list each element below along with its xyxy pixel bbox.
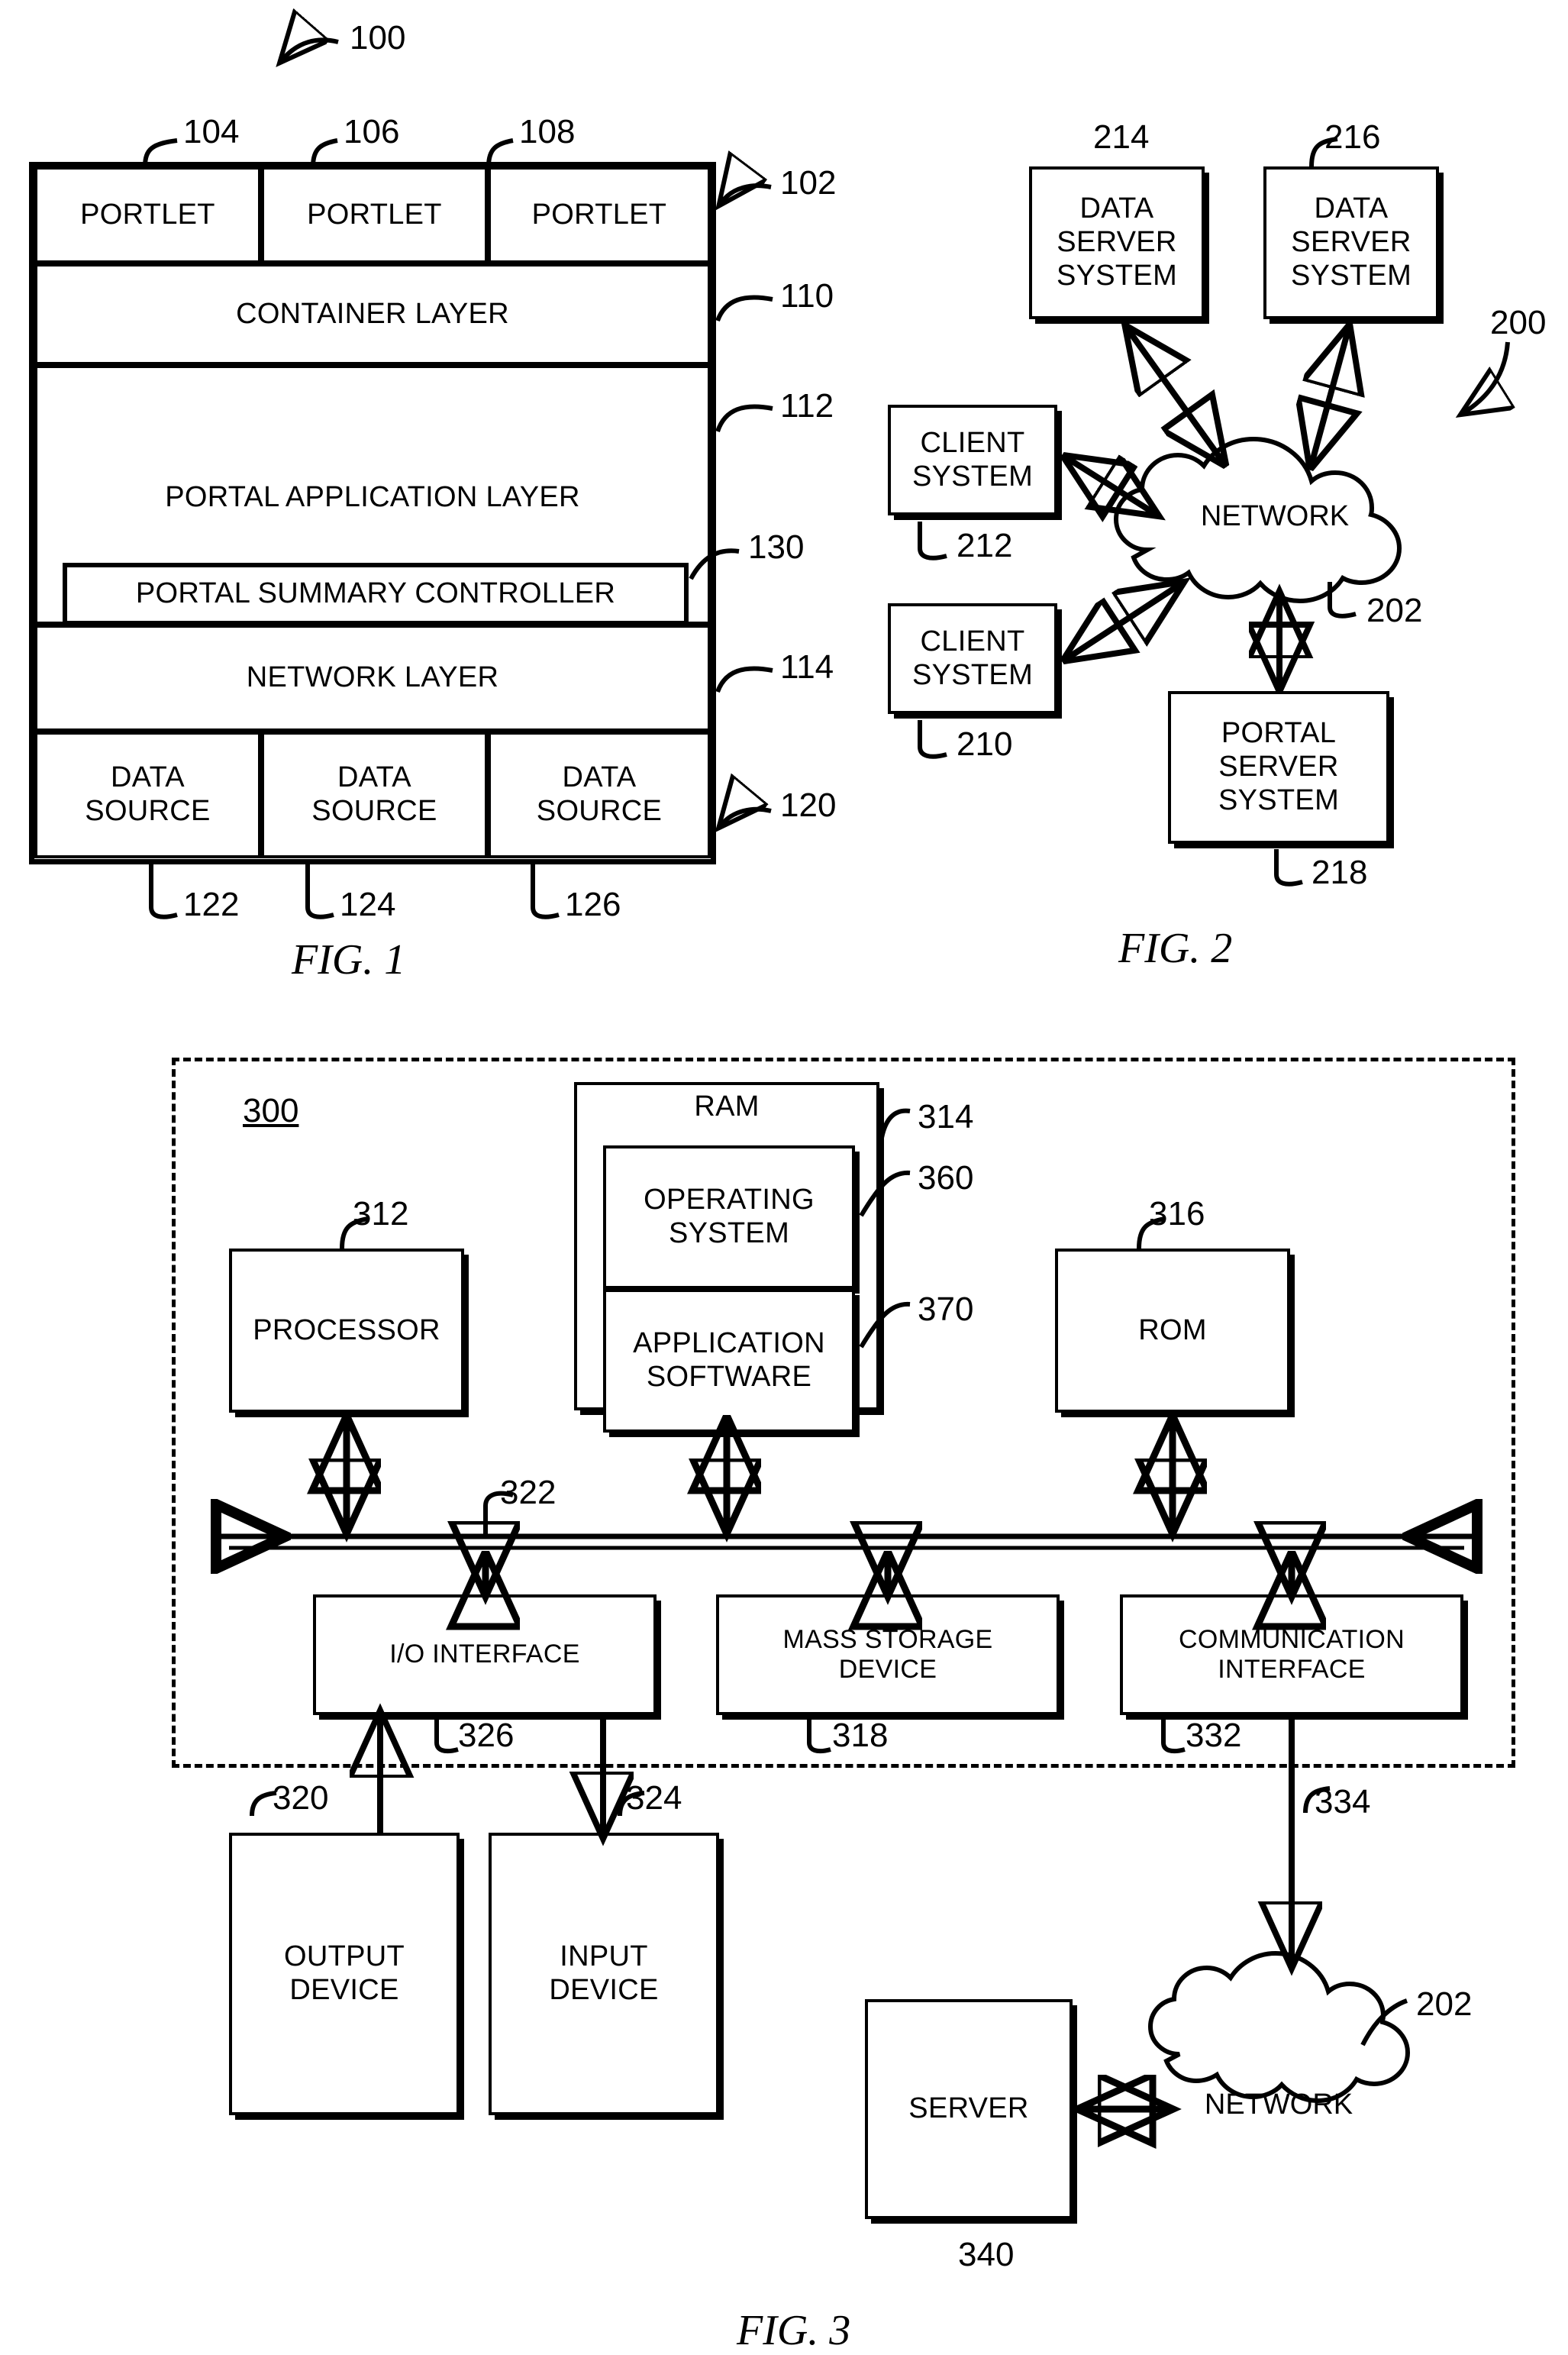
figure-1-caption: FIG. 1 bbox=[292, 936, 406, 984]
ref-316: 316 bbox=[1149, 1195, 1205, 1232]
client-system-box-2[interactable]: CLIENT SYSTEM bbox=[888, 603, 1057, 714]
ref-300: 300 bbox=[243, 1092, 299, 1129]
ref-122: 122 bbox=[183, 886, 240, 923]
io-interface-label: I/O INTERFACE bbox=[389, 1639, 580, 1669]
portal-server-system-label: PORTAL SERVER SYSTEM bbox=[1218, 717, 1340, 816]
portlet-label-2: PORTLET bbox=[307, 198, 442, 231]
data-source-box-2[interactable]: DATA SOURCE bbox=[261, 732, 488, 858]
rom-label: ROM bbox=[1138, 1313, 1207, 1346]
rom-box[interactable]: ROM bbox=[1055, 1249, 1290, 1413]
ram-label: RAM bbox=[694, 1090, 760, 1123]
operating-system-label: OPERATING SYSTEM bbox=[644, 1184, 815, 1249]
ref-370: 370 bbox=[918, 1291, 974, 1328]
mass-storage-device-label: MASS STORAGE DEVICE bbox=[782, 1624, 993, 1684]
server-label: SERVER bbox=[908, 2092, 1029, 2125]
data-source-box-3[interactable]: DATA SOURCE bbox=[488, 732, 711, 858]
application-software-label: APPLICATION SOFTWARE bbox=[633, 1327, 825, 1393]
ref-332: 332 bbox=[1186, 1717, 1242, 1754]
client-system-box-1[interactable]: CLIENT SYSTEM bbox=[888, 405, 1057, 515]
ref-326: 326 bbox=[458, 1717, 515, 1754]
portlet-box-2[interactable]: PORTLET bbox=[261, 166, 488, 263]
ref-320: 320 bbox=[273, 1779, 329, 1817]
ref-218: 218 bbox=[1312, 854, 1368, 891]
processor-box[interactable]: PROCESSOR bbox=[229, 1249, 464, 1413]
ref-114: 114 bbox=[780, 648, 834, 686]
ref-124: 124 bbox=[340, 886, 396, 923]
ref-334: 334 bbox=[1315, 1783, 1371, 1820]
data-server-system-box-2[interactable]: DATA SERVER SYSTEM bbox=[1263, 166, 1439, 319]
ref-314: 314 bbox=[918, 1098, 974, 1136]
ref-120: 120 bbox=[780, 787, 837, 824]
data-source-box-1[interactable]: DATA SOURCE bbox=[34, 732, 261, 858]
communication-interface-box[interactable]: COMMUNICATION INTERFACE bbox=[1120, 1594, 1463, 1715]
input-device-label: INPUT DEVICE bbox=[549, 1940, 659, 2006]
portlet-box-1[interactable]: PORTLET bbox=[34, 166, 261, 263]
ref-106: 106 bbox=[344, 113, 400, 150]
ref-312: 312 bbox=[353, 1195, 409, 1232]
portlet-box-3[interactable]: PORTLET bbox=[488, 166, 711, 263]
ref-324: 324 bbox=[626, 1779, 682, 1817]
communication-interface-label: COMMUNICATION INTERFACE bbox=[1178, 1624, 1405, 1684]
portal-server-system-box[interactable]: PORTAL SERVER SYSTEM bbox=[1168, 691, 1389, 844]
data-server-system-label-1: DATA SERVER SYSTEM bbox=[1056, 192, 1178, 292]
data-source-label-2: DATA SOURCE bbox=[311, 761, 437, 827]
portal-summary-controller-label: PORTAL SUMMARY CONTROLLER bbox=[135, 577, 616, 610]
portlet-label-3: PORTLET bbox=[531, 198, 667, 231]
ref-112: 112 bbox=[780, 387, 834, 425]
output-device-label: OUTPUT DEVICE bbox=[283, 1940, 405, 2006]
input-device-box[interactable]: INPUT DEVICE bbox=[489, 1833, 719, 2115]
figure-3-caption: FIG. 3 bbox=[737, 2307, 851, 2354]
patent-drawing-sheet: 100 104 106 108 PORTLET PORTLET PORTLET … bbox=[0, 0, 1568, 2354]
client-system-label-1: CLIENT SYSTEM bbox=[911, 426, 1034, 493]
ref-214: 214 bbox=[1093, 118, 1150, 156]
ref-102: 102 bbox=[780, 164, 837, 202]
ref-110: 110 bbox=[780, 277, 834, 315]
ref-200: 200 bbox=[1490, 304, 1547, 341]
network-layer-label: NETWORK LAYER bbox=[246, 661, 499, 694]
network-label-fig2: NETWORK bbox=[1200, 500, 1350, 532]
ref-100: 100 bbox=[350, 19, 406, 57]
container-layer-label: CONTAINER LAYER bbox=[236, 297, 509, 330]
client-system-label-2: CLIENT SYSTEM bbox=[911, 625, 1034, 691]
container-layer-box[interactable]: CONTAINER LAYER bbox=[34, 263, 711, 365]
ref-126: 126 bbox=[565, 886, 621, 923]
application-software-box[interactable]: APPLICATION SOFTWARE bbox=[603, 1289, 855, 1433]
ref-104: 104 bbox=[183, 113, 240, 150]
ref-108: 108 bbox=[519, 113, 576, 150]
portlet-label-1: PORTLET bbox=[80, 198, 215, 231]
io-interface-box[interactable]: I/O INTERFACE bbox=[313, 1594, 657, 1715]
ref-360: 360 bbox=[918, 1159, 974, 1197]
mass-storage-device-box[interactable]: MASS STORAGE DEVICE bbox=[716, 1594, 1060, 1715]
data-server-system-label-2: DATA SERVER SYSTEM bbox=[1290, 192, 1412, 292]
data-source-label-3: DATA SOURCE bbox=[536, 761, 663, 827]
data-server-system-box-1[interactable]: DATA SERVER SYSTEM bbox=[1029, 166, 1205, 319]
ref-202-fig3: 202 bbox=[1416, 1985, 1473, 2023]
ref-210: 210 bbox=[957, 725, 1013, 763]
network-layer-box[interactable]: NETWORK LAYER bbox=[34, 625, 711, 732]
ref-130: 130 bbox=[748, 528, 805, 566]
network-label-fig3: NETWORK bbox=[1204, 2088, 1353, 2121]
ref-340: 340 bbox=[958, 2236, 1015, 2273]
processor-label: PROCESSOR bbox=[253, 1313, 440, 1346]
figure-2-caption: FIG. 2 bbox=[1118, 925, 1233, 972]
portal-application-layer-label: PORTAL APPLICATION LAYER bbox=[165, 481, 580, 513]
portal-summary-controller-box[interactable]: PORTAL SUMMARY CONTROLLER bbox=[63, 563, 689, 625]
ref-216: 216 bbox=[1324, 118, 1381, 156]
ref-322: 322 bbox=[500, 1474, 557, 1511]
output-device-box[interactable]: OUTPUT DEVICE bbox=[229, 1833, 460, 2115]
ref-202-fig2: 202 bbox=[1366, 592, 1423, 629]
data-source-label-1: DATA SOURCE bbox=[85, 761, 211, 827]
server-box[interactable]: SERVER bbox=[865, 1999, 1073, 2219]
ref-212: 212 bbox=[957, 527, 1013, 564]
ref-318: 318 bbox=[832, 1717, 889, 1754]
operating-system-box[interactable]: OPERATING SYSTEM bbox=[603, 1145, 855, 1289]
